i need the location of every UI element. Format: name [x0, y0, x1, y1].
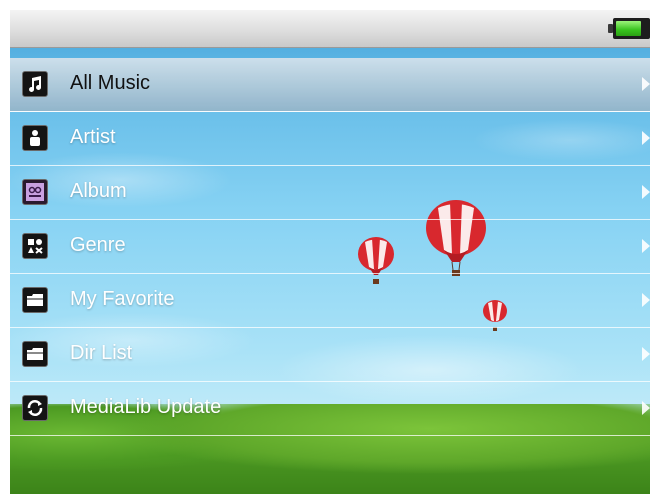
menu-item-label: My Favorite	[70, 288, 175, 310]
genre-shapes-icon	[22, 233, 48, 259]
folder-icon	[22, 341, 48, 367]
status-bar	[10, 10, 650, 48]
menu-item-label: MediaLib Update	[70, 396, 222, 418]
album-icon	[22, 179, 48, 205]
chevron-right-icon	[642, 293, 650, 307]
chevron-right-icon	[642, 239, 650, 253]
battery-icon	[608, 18, 650, 39]
menu-item-genre[interactable]: Genre	[10, 220, 650, 274]
chevron-right-icon	[642, 401, 650, 415]
chevron-right-icon	[642, 77, 650, 91]
folder-icon	[22, 287, 48, 313]
battery-level-fill	[616, 21, 641, 36]
menu-item-medialib-update[interactable]: MediaLib Update	[10, 382, 650, 436]
menu-item-dir-list[interactable]: Dir List	[10, 328, 650, 382]
music-menu: All Music Artist Album Genre My Favorite…	[10, 58, 650, 436]
chevron-right-icon	[642, 185, 650, 199]
menu-item-artist[interactable]: Artist	[10, 112, 650, 166]
menu-item-label: All Music	[70, 72, 151, 94]
menu-item-my-favorite[interactable]: My Favorite	[10, 274, 650, 328]
chevron-right-icon	[642, 347, 650, 361]
device-screen: All Music Artist Album Genre My Favorite…	[10, 10, 650, 494]
menu-item-all-music[interactable]: All Music	[10, 58, 650, 112]
person-icon	[22, 125, 48, 151]
menu-item-label: Genre	[70, 234, 126, 256]
menu-item-label: Artist	[70, 126, 116, 148]
chevron-right-icon	[642, 131, 650, 145]
menu-item-album[interactable]: Album	[10, 166, 650, 220]
music-note-icon	[22, 71, 48, 97]
menu-item-label: Dir List	[70, 342, 133, 364]
refresh-icon	[22, 395, 48, 421]
menu-item-label: Album	[70, 180, 127, 202]
